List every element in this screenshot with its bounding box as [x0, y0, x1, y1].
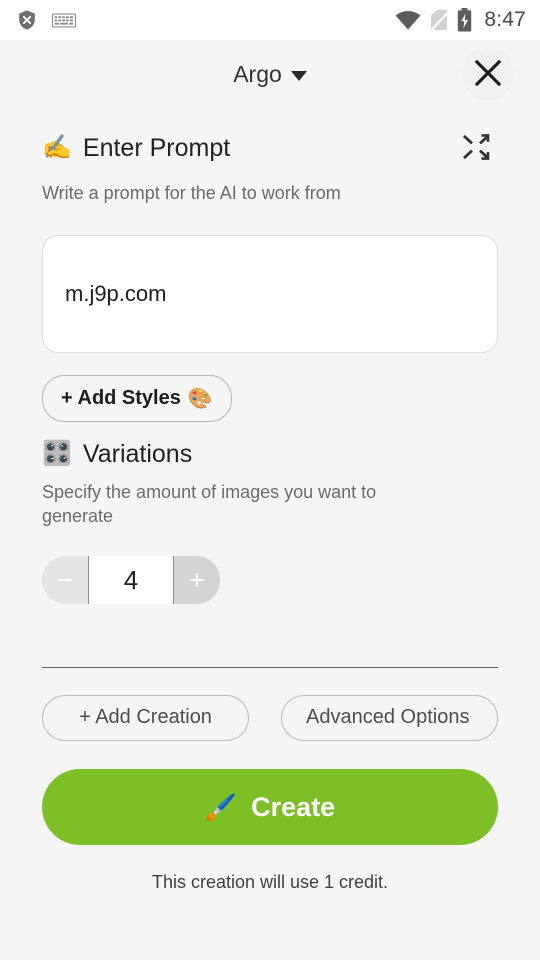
add-styles-row: + Add Styles 🎨: [42, 374, 498, 422]
variations-stepper: − 4 +: [42, 556, 220, 605]
create-button[interactable]: 🖌️ Create: [42, 769, 498, 846]
prompt-input-value: m.j9p.com: [65, 280, 167, 306]
create-button-label: Create: [251, 791, 336, 822]
minus-icon: −: [57, 564, 73, 595]
prompt-section-header: ✍️ Enter Prompt: [42, 126, 498, 170]
add-creation-button[interactable]: + Add Creation: [42, 695, 249, 742]
variations-section-subtitle: Specify the amount of images you want to…: [42, 481, 377, 526]
chevron-down-icon: [290, 70, 307, 81]
credit-note: This creation will use 1 credit.: [151, 872, 389, 893]
variations-decrement-button[interactable]: −: [42, 556, 88, 605]
variations-section-title: Variations: [82, 439, 193, 468]
status-bar-right: 8:47: [395, 8, 526, 32]
prompt-section-title: Enter Prompt: [82, 133, 231, 162]
wifi-icon: [395, 10, 421, 30]
plus-icon: +: [189, 564, 205, 595]
variations-increment-button[interactable]: +: [174, 556, 220, 605]
add-styles-label: + Add Styles: [61, 386, 181, 409]
shuffle-icon: [460, 131, 492, 166]
status-time: 8:47: [484, 8, 526, 31]
model-selector[interactable]: Argo: [233, 61, 307, 88]
close-button[interactable]: [462, 48, 514, 100]
app-header: Argo: [0, 40, 540, 108]
prompt-section-subtitle: Write a prompt for the AI to work from: [42, 183, 341, 203]
writing-hand-icon: ✍️: [42, 134, 72, 161]
palette-icon: 🎨: [187, 387, 213, 410]
main-content: ✍️ Enter Prompt Write a prompt for the A…: [0, 126, 540, 669]
shuffle-prompt-button[interactable]: [454, 126, 498, 170]
paintbrush-icon: 🖌️: [204, 791, 238, 822]
variations-value[interactable]: 4: [88, 556, 174, 605]
status-bar: 8:47: [0, 0, 540, 40]
battery-charging-icon: [457, 8, 472, 32]
add-styles-button[interactable]: + Add Styles 🎨: [42, 374, 232, 422]
variations-section-header: 🎛️ Variations: [42, 440, 498, 469]
prompt-input[interactable]: m.j9p.com: [42, 234, 498, 353]
prompt-title-row: ✍️ Enter Prompt: [42, 134, 230, 163]
secondary-action-row: + Add Creation Advanced Options: [42, 695, 498, 742]
page-title: Argo: [233, 60, 282, 87]
shield-x-icon: [16, 9, 38, 31]
footer-actions: + Add Creation Advanced Options 🖌️ Creat…: [0, 695, 540, 893]
close-icon: [474, 59, 502, 90]
status-bar-left: [16, 9, 76, 31]
keyboard-icon: [52, 12, 76, 29]
advanced-options-button[interactable]: Advanced Options: [281, 695, 498, 742]
control-knobs-icon: 🎛️: [42, 440, 72, 468]
variations-title-row: 🎛️ Variations: [42, 440, 192, 469]
section-divider: [42, 667, 498, 669]
no-sim-icon: [430, 9, 449, 31]
